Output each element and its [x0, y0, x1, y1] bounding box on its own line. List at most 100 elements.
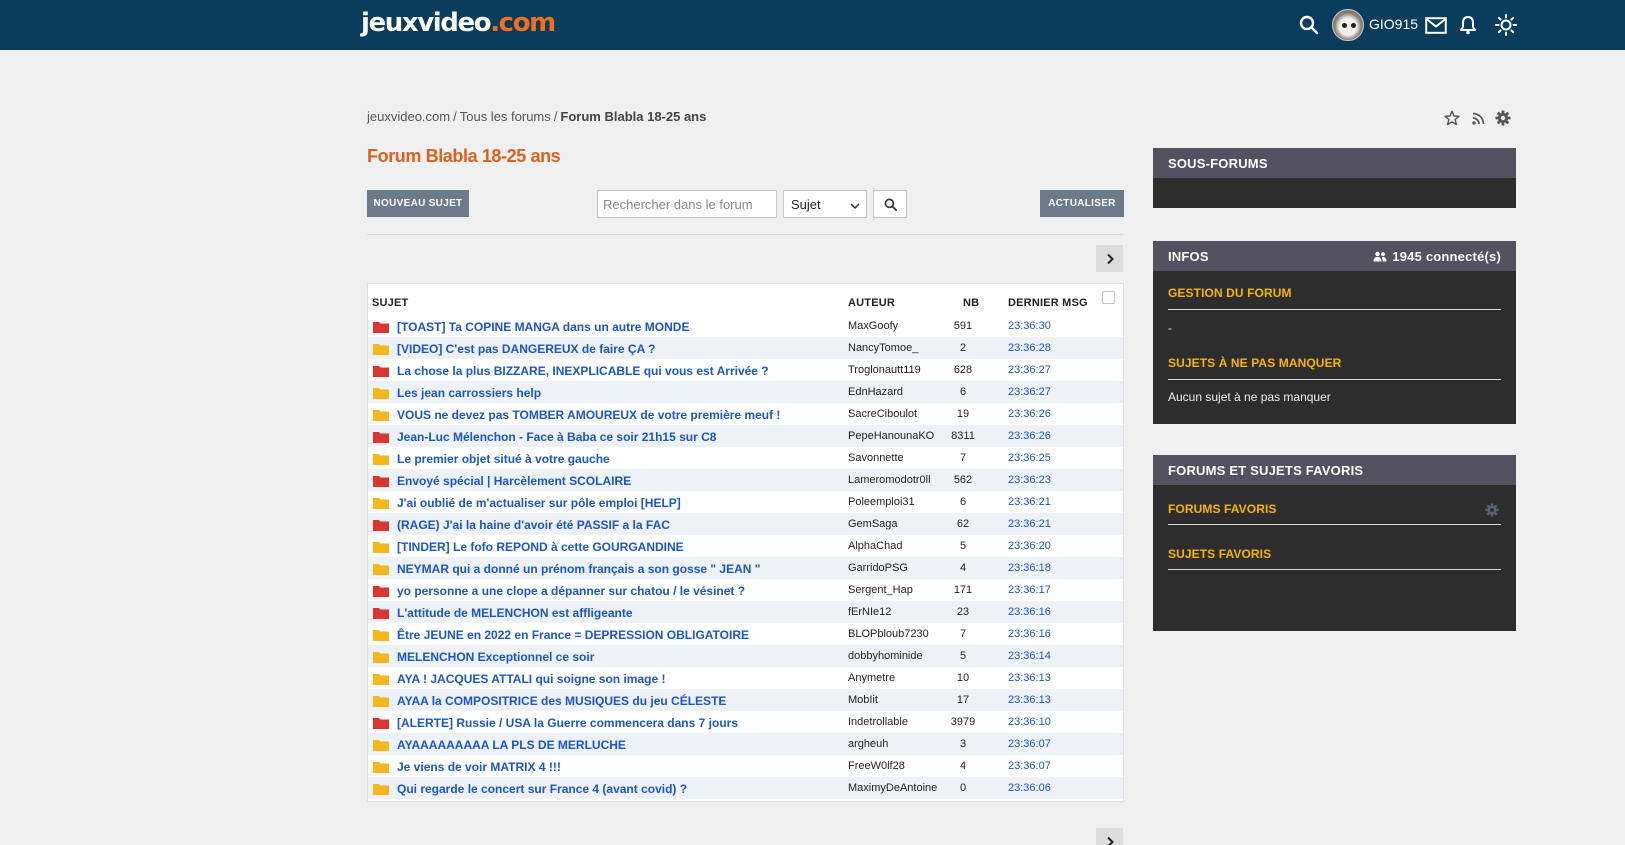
breadcrumb-all-forums[interactable]: Tous les forums	[460, 109, 551, 124]
topic-title-link[interactable]: [TINDER] Le fofo REPOND à cette GOURGAND…	[397, 540, 684, 554]
topic-last-message-time[interactable]: 23:36:10	[1008, 716, 1051, 728]
breadcrumb-home[interactable]: jeuxvideo.com	[367, 109, 450, 124]
topic-author[interactable]: Troglonautt119	[848, 364, 921, 376]
topic-last-message-time[interactable]: 23:36:17	[1008, 584, 1051, 596]
topic-title-link[interactable]: Jean-Luc Mélenchon - Face à Baba ce soir…	[397, 430, 716, 444]
topic-last-message-time[interactable]: 23:36:21	[1008, 518, 1051, 530]
topic-last-message-time[interactable]: 23:36:16	[1008, 606, 1051, 618]
topic-last-message-time[interactable]: 23:36:18	[1008, 562, 1051, 574]
topic-author[interactable]: MaxGoofy	[848, 320, 898, 332]
topic-author[interactable]: PepeHanounaKO	[848, 430, 934, 442]
topic-last-message-time[interactable]: 23:36:23	[1008, 474, 1051, 486]
topic-author[interactable]: BLOPbloub7230	[848, 628, 929, 640]
topic-title-link[interactable]: NEYMAR qui a donné un prénom français a …	[397, 562, 760, 576]
topic-last-message-time[interactable]: 23:36:27	[1008, 364, 1051, 376]
folder-icon	[373, 651, 389, 663]
topic-last-message-time[interactable]: 23:36:21	[1008, 496, 1051, 508]
topic-author[interactable]: FreeW0lf28	[848, 760, 905, 772]
topic-author[interactable]: MobIit	[848, 694, 878, 706]
must-read-value: Aucun sujet à ne pas manquer	[1168, 390, 1331, 404]
new-topic-button[interactable]: NOUVEAU SUJET	[367, 190, 469, 217]
next-page-button-bottom[interactable]	[1096, 828, 1123, 845]
topic-last-message-time[interactable]: 23:36:07	[1008, 760, 1051, 772]
search-type-select[interactable]: Sujet	[783, 190, 867, 218]
manage-forum-link[interactable]: GESTION DU FORUM	[1168, 286, 1292, 300]
avatar[interactable]	[1332, 9, 1364, 41]
breadcrumb-separator: /	[553, 109, 558, 124]
topic-author[interactable]: dobbyhominide	[848, 650, 923, 662]
select-all-checkbox[interactable]	[1102, 291, 1115, 304]
star-icon[interactable]	[1443, 109, 1461, 127]
forum-search-input[interactable]	[597, 190, 777, 218]
topic-last-message-time[interactable]: 23:36:13	[1008, 672, 1051, 684]
topic-title-link[interactable]: (RAGE) J'ai la haine d'avoir été PASSIF …	[397, 518, 670, 532]
username[interactable]: GIO915	[1369, 16, 1418, 32]
topic-author[interactable]: fErNIe12	[848, 606, 891, 618]
topic-author[interactable]: Indetrollable	[848, 716, 908, 728]
topic-last-message-time[interactable]: 23:36:28	[1008, 342, 1051, 354]
topic-title-link[interactable]: MELENCHON Exceptionnel ce soir	[397, 650, 594, 664]
topic-title-link[interactable]: VOUS ne devez pas TOMBER AMOUREUX de vot…	[397, 408, 780, 422]
rss-icon[interactable]	[1469, 109, 1487, 127]
must-read-link[interactable]: SUJETS À NE PAS MANQUER	[1168, 356, 1341, 370]
topic-author[interactable]: Poleemploi31	[848, 496, 915, 508]
topic-author[interactable]: SacreCiboulot	[848, 408, 917, 420]
topic-title-link[interactable]: yo personne a une clope a dépanner sur c…	[397, 584, 745, 598]
topic-last-message-time[interactable]: 23:36:26	[1008, 408, 1051, 420]
bell-icon[interactable]	[1456, 13, 1480, 37]
topic-title-link[interactable]: AYA ! JACQUES ATTALI qui soigne son imag…	[397, 672, 665, 686]
topic-title-link[interactable]: [VIDEO] C'est pas DANGEREUX de faire ÇA …	[397, 342, 655, 356]
topic-last-message-time[interactable]: 23:36:30	[1008, 320, 1051, 332]
topic-title-link[interactable]: J'ai oublié de m'actualiser sur pôle emp…	[397, 496, 681, 510]
topic-title-link[interactable]: AYAA la COMPOSITRICE des MUSIQUES du jeu…	[397, 694, 726, 708]
topic-author[interactable]: Lameromodotr0ll	[848, 474, 931, 486]
topic-last-message-time[interactable]: 23:36:26	[1008, 430, 1051, 442]
search-icon[interactable]	[1297, 13, 1321, 37]
topic-last-message-time[interactable]: 23:36:06	[1008, 782, 1051, 794]
topic-last-message-time[interactable]: 23:36:14	[1008, 650, 1051, 662]
topic-title-link[interactable]: [ALERTE] Russie / USA la Guerre commence…	[397, 716, 738, 730]
topic-author[interactable]: MaximyDeAntoine	[848, 782, 937, 794]
topic-author[interactable]: Savonnette	[848, 452, 904, 464]
topic-author[interactable]: NancyTomoe_	[848, 342, 918, 354]
mail-icon[interactable]	[1424, 13, 1448, 37]
topic-author[interactable]: Sergent_Hap	[848, 584, 913, 596]
subforums-panel: SOUS-FORUMS	[1153, 148, 1516, 208]
sun-icon[interactable]	[1494, 13, 1518, 37]
topic-title-link[interactable]: La chose la plus BIZZARE, INEXPLICABLE q…	[397, 364, 769, 378]
gear-icon[interactable]	[1494, 109, 1512, 127]
gear-icon[interactable]	[1485, 503, 1499, 522]
search-icon	[884, 198, 897, 211]
search-submit-button[interactable]	[873, 190, 907, 218]
table-row: Je viens de voir MATRIX 4 !!! FreeW0lf28 4…	[368, 755, 1123, 777]
next-page-button[interactable]	[1096, 245, 1123, 272]
favorite-forums-link[interactable]: FORUMS FAVORIS	[1168, 502, 1277, 516]
folder-icon	[373, 695, 389, 707]
topic-title-link[interactable]: [TOAST] Ta COPINE MANGA dans un autre MO…	[397, 320, 689, 334]
topic-last-message-time[interactable]: 23:36:20	[1008, 540, 1051, 552]
topic-title-link[interactable]: Le premier objet situé à votre gauche	[397, 452, 610, 466]
topic-title-link[interactable]: L'attitude de MELENCHON est affligeante	[397, 606, 633, 620]
site-logo[interactable]: jeuxvideo.com	[361, 8, 556, 38]
topic-author[interactable]: EdnHazard	[848, 386, 903, 398]
topic-last-message-time[interactable]: 23:36:13	[1008, 694, 1051, 706]
topic-author[interactable]: GemSaga	[848, 518, 898, 530]
topic-author[interactable]: AlphaChad	[848, 540, 902, 552]
topic-last-message-time[interactable]: 23:36:16	[1008, 628, 1051, 640]
manage-forum-value: -	[1168, 321, 1172, 335]
topic-title-link[interactable]: Je viens de voir MATRIX 4 !!!	[397, 760, 561, 774]
topic-title-link[interactable]: Envoyé spécial | Harcèlement SCOLAIRE	[397, 474, 631, 488]
refresh-button[interactable]: ACTUALISER	[1040, 190, 1124, 217]
topic-author[interactable]: GarridoPSG	[848, 562, 908, 574]
topic-last-message-time[interactable]: 23:36:27	[1008, 386, 1051, 398]
topic-author[interactable]: argheuh	[848, 738, 888, 750]
topic-last-message-time[interactable]: 23:36:07	[1008, 738, 1051, 750]
topic-title-link[interactable]: Les jean carrossiers help	[397, 386, 541, 400]
topic-title-link[interactable]: AYAAAAAAAAA LA PLS DE MERLUCHE	[397, 738, 626, 752]
topic-title-link[interactable]: Qui regarde le concert sur France 4 (ava…	[397, 782, 687, 796]
topic-title-link[interactable]: Être JEUNE en 2022 en France = DEPRESSIO…	[397, 628, 749, 642]
topic-last-message-time[interactable]: 23:36:25	[1008, 452, 1051, 464]
table-row: NEYMAR qui a donné un prénom français a …	[368, 557, 1123, 579]
topic-author[interactable]: Anymetre	[848, 672, 895, 684]
favorite-topics-link[interactable]: SUJETS FAVORIS	[1168, 547, 1271, 561]
